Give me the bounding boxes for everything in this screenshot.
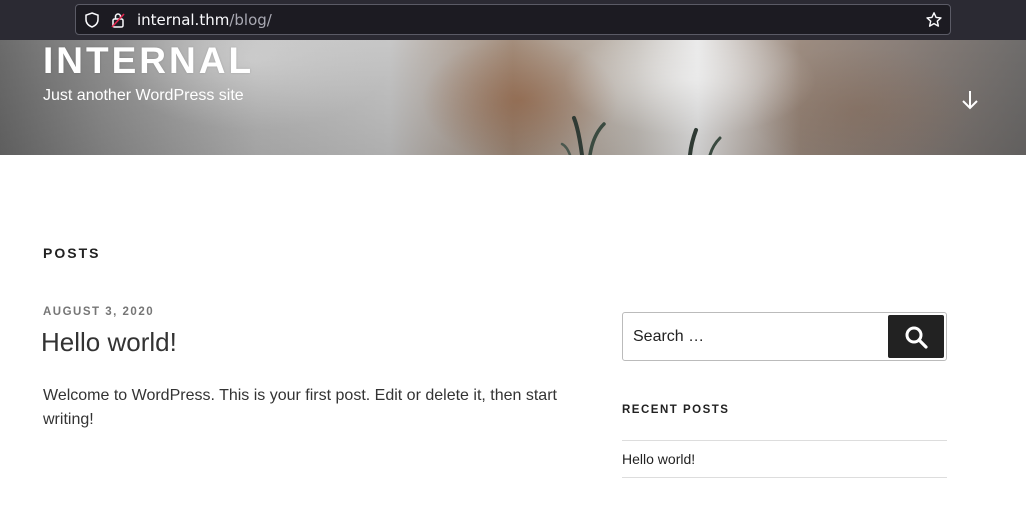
url-bar[interactable]: internal.thm/blog/ [75, 4, 951, 35]
site-header: INTERNAL Just another WordPress site [0, 40, 1026, 155]
site-title[interactable]: INTERNAL [43, 40, 254, 82]
page-title: POSTS [43, 245, 101, 261]
recent-post-link[interactable]: Hello world! [622, 441, 947, 478]
site-tagline: Just another WordPress site [43, 87, 244, 104]
star-icon[interactable] [925, 11, 943, 29]
plant-image [560, 116, 722, 155]
search-input[interactable] [633, 313, 888, 360]
shield-icon[interactable] [83, 11, 101, 29]
recent-posts-title: RECENT POSTS [622, 404, 730, 416]
post-date[interactable]: AUGUST 3, 2020 [43, 306, 154, 318]
post-excerpt: Welcome to WordPress. This is your first… [43, 387, 557, 428]
recent-posts-list: Hello world! [622, 440, 947, 478]
arrow-down-icon[interactable] [958, 88, 982, 112]
browser-toolbar: internal.thm/blog/ [0, 0, 1026, 40]
post-title[interactable]: Hello world! [41, 327, 177, 358]
search-icon [905, 326, 928, 349]
search-button[interactable] [888, 315, 944, 358]
url-host: internal.thm [137, 11, 230, 29]
url-text[interactable]: internal.thm/blog/ [137, 11, 272, 29]
url-path: /blog/ [229, 11, 272, 29]
lock-icon[interactable] [109, 11, 127, 29]
search-form [622, 312, 947, 361]
